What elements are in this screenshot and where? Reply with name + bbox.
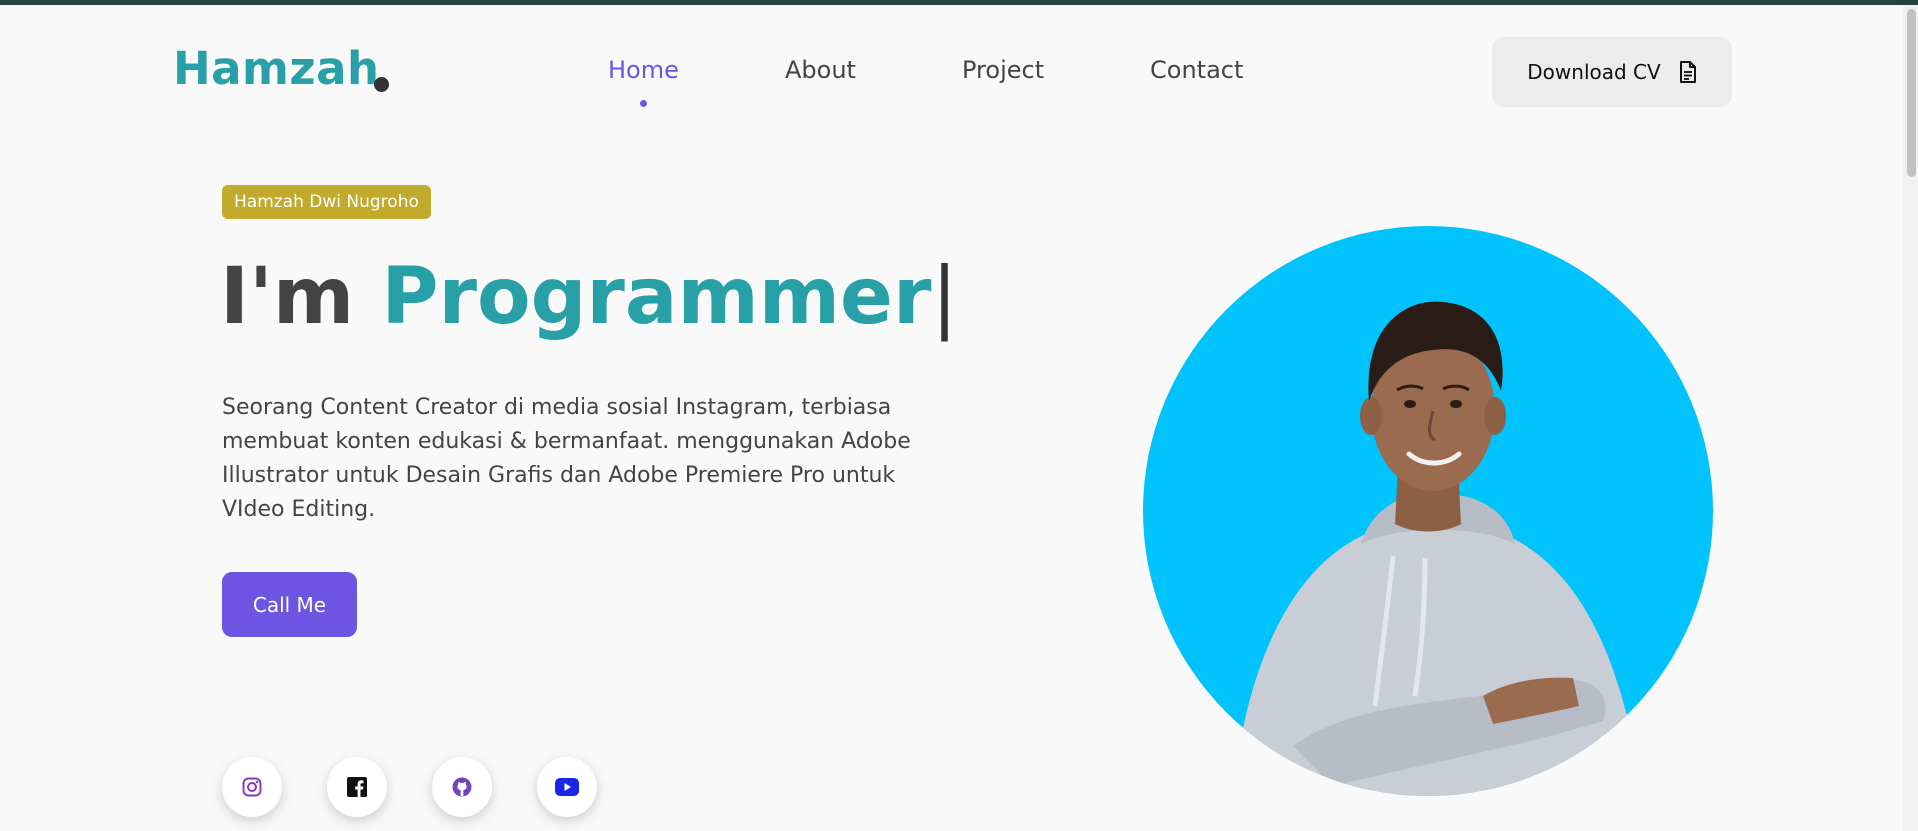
facebook-icon: [347, 777, 367, 797]
typing-caret: |: [931, 252, 958, 342]
top-stripe: [0, 0, 1918, 5]
nav-project[interactable]: Project: [962, 56, 1044, 84]
scrollbar-thumb[interactable]: [1907, 9, 1916, 177]
call-me-button[interactable]: Call Me: [222, 572, 357, 637]
hero-headline: I'm Programmer|: [220, 258, 958, 336]
active-nav-indicator: [640, 100, 647, 107]
logo[interactable]: Hamzah: [173, 42, 380, 95]
profile-portrait: [1143, 226, 1713, 796]
page-scrollbar[interactable]: [1903, 5, 1918, 831]
headline-prefix: I'm: [220, 252, 355, 342]
instagram-icon: [242, 777, 262, 797]
hero-description: Seorang Content Creator di media sosial …: [222, 395, 911, 522]
nav-home[interactable]: Home: [608, 56, 679, 84]
nav-about[interactable]: About: [785, 56, 856, 84]
youtube-icon: [555, 778, 579, 796]
facebook-link[interactable]: [327, 757, 387, 817]
document-icon: [1679, 61, 1697, 83]
github-link[interactable]: [432, 757, 492, 817]
logo-dot: [374, 77, 389, 92]
name-badge: Hamzah Dwi Nugroho: [222, 185, 431, 219]
nav-contact[interactable]: Contact: [1150, 56, 1243, 84]
download-cv-label: Download CV: [1527, 60, 1661, 84]
youtube-link[interactable]: [537, 757, 597, 817]
headline-role: Programmer: [381, 252, 932, 342]
github-icon: [452, 777, 472, 797]
instagram-link[interactable]: [222, 757, 282, 817]
download-cv-button[interactable]: Download CV: [1492, 37, 1732, 107]
